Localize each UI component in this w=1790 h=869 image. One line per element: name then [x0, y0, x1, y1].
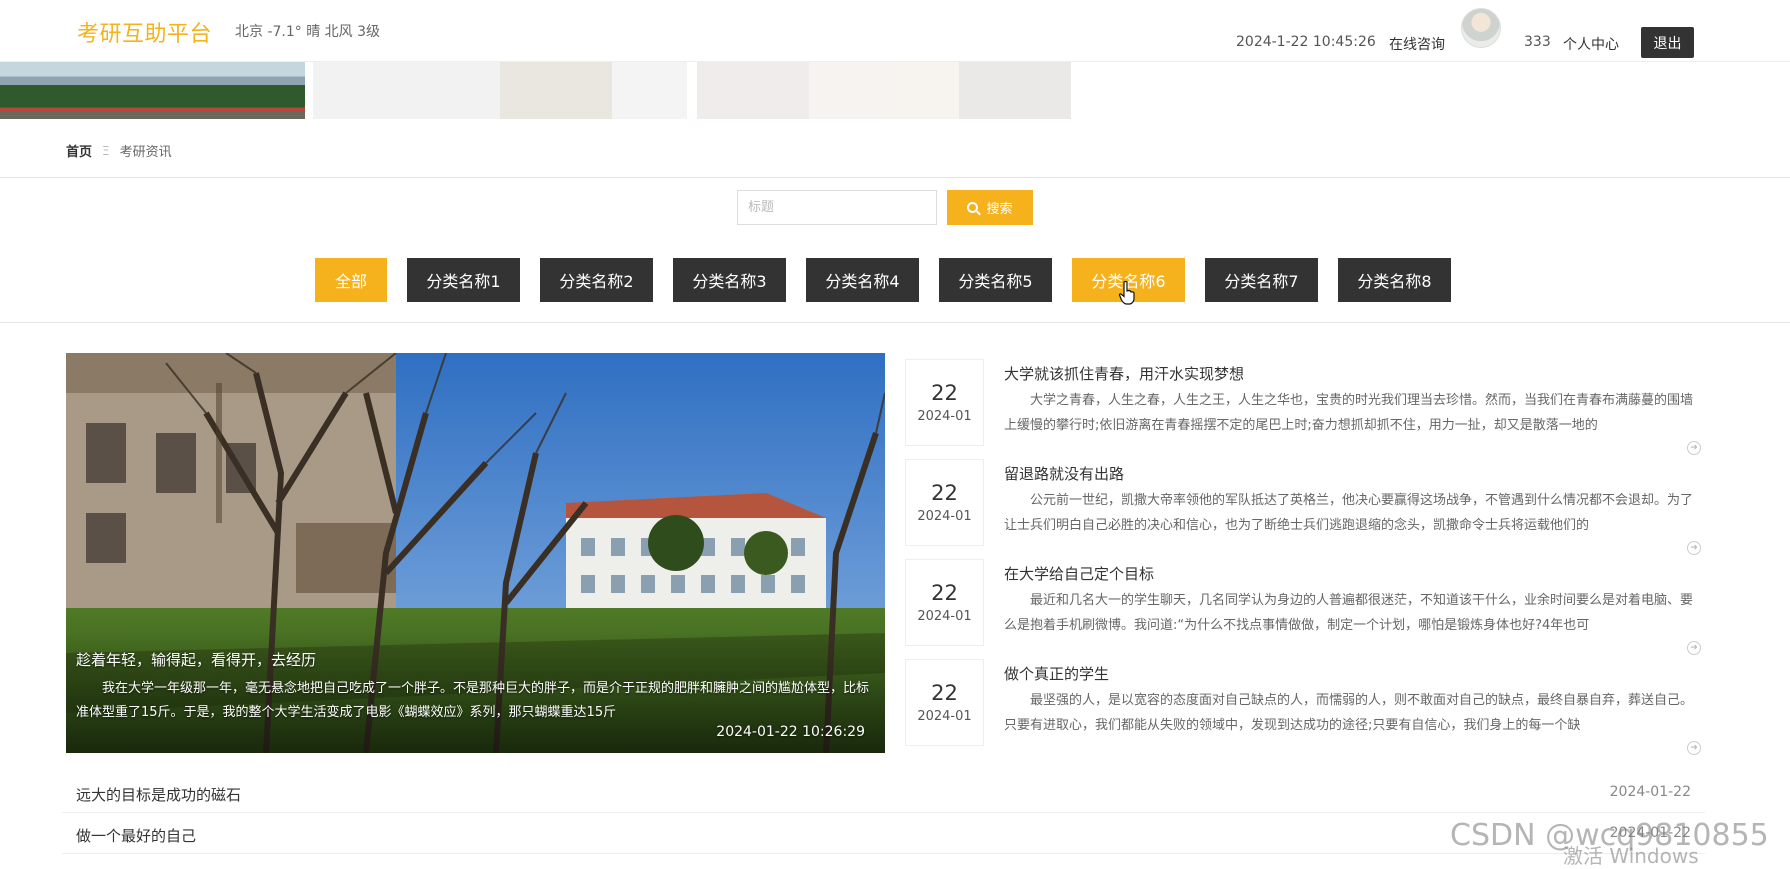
divider	[0, 177, 1790, 178]
featured-description: 我在大学一年级那一年，毫无悬念地把自己吃成了一个胖子。不是那种巨大的胖子，而是介…	[76, 681, 870, 720]
date-year-month: 2024-01	[917, 509, 972, 524]
news-item[interactable]: 22 2024-01 在大学给自己定个目标 最近和几名大一的学生聊天，几名同学认…	[905, 553, 1705, 655]
date-day: 22	[931, 481, 958, 505]
top-header: 考研互助平台 北京 -7.1° 晴 北风 3级 2024-1-22 10:45:…	[0, 0, 1790, 62]
category-3[interactable]: 分类名称3	[673, 258, 786, 302]
category-tabs: 全部 分类名称1 分类名称2 分类名称3 分类名称4 分类名称5 分类名称6 分…	[315, 258, 1451, 302]
date-box: 22 2024-01	[905, 459, 984, 546]
category-5[interactable]: 分类名称5	[939, 258, 1052, 302]
banner-image-2	[313, 62, 687, 119]
featured-article[interactable]: 趁着年轻，输得起，看得开，去经历 我在大学一年级那一年，毫无悬念地把自己吃成了一…	[66, 353, 885, 753]
category-7[interactable]: 分类名称7	[1205, 258, 1318, 302]
logout-button[interactable]: 退出	[1641, 27, 1694, 58]
breadcrumb-separator-icon: Ξ	[102, 143, 110, 158]
date-box: 22 2024-01	[905, 559, 984, 646]
category-8[interactable]: 分类名称8	[1338, 258, 1451, 302]
search-button[interactable]: 搜索	[947, 190, 1033, 225]
date-box: 22 2024-01	[905, 659, 984, 746]
news-description: 最坚强的人，是以宽容的态度面对自己缺点的人，而懦弱的人，则不敢面对自己的缺点，最…	[1004, 693, 1694, 733]
date-year-month: 2024-01	[917, 709, 972, 724]
featured-title[interactable]: 趁着年轻，输得起，看得开，去经历	[76, 649, 316, 670]
category-1[interactable]: 分类名称1	[407, 258, 520, 302]
banner-image-1	[0, 62, 305, 119]
news-item[interactable]: 22 2024-01 大学就该抓住青春，用汗水实现梦想 大学之青春，人生之春，人…	[905, 353, 1705, 455]
date-year-month: 2024-01	[917, 409, 972, 424]
banner-image-3	[697, 62, 1071, 119]
category-4[interactable]: 分类名称4	[806, 258, 919, 302]
list-item-title[interactable]: 做一个最好的自己	[76, 825, 196, 846]
date-day: 22	[931, 681, 958, 705]
news-title[interactable]: 大学就该抓住青春，用汗水实现梦想	[1004, 363, 1244, 384]
hand-cursor-icon	[1118, 280, 1135, 305]
news-item[interactable]: 22 2024-01 留退路就没有出路 公元前一世纪，凯撒大帝率领他的军队抵达了…	[905, 453, 1705, 555]
divider	[0, 322, 1790, 323]
search-input[interactable]	[737, 190, 937, 225]
news-title[interactable]: 在大学给自己定个目标	[1004, 563, 1154, 584]
site-brand[interactable]: 考研互助平台	[77, 16, 212, 48]
current-datetime: 2024-1-22 10:45:26	[1236, 34, 1376, 50]
arrow-circle-icon[interactable]: ➜	[1687, 741, 1701, 755]
list-item-date: 2024-01-22	[1609, 784, 1691, 800]
news-description: 大学之青春，人生之春，人生之王，人生之华也，宝贵的时光我们理当去珍惜。然而，当我…	[1004, 393, 1694, 433]
breadcrumb-home[interactable]: 首页	[66, 141, 92, 160]
search-icon	[967, 202, 979, 213]
search-button-label: 搜索	[986, 202, 1013, 217]
news-description: 公元前一世纪，凯撒大帝率领他的军队抵达了英格兰，他决心要赢得这场战争，不管遇到什…	[1004, 493, 1694, 533]
featured-time: 2024-01-22 10:26:29	[716, 724, 865, 740]
list-item[interactable]: 远大的目标是成功的磁石 2024-01-22	[62, 772, 1705, 813]
news-item[interactable]: 22 2024-01 做个真正的学生 最坚强的人，是以宽容的态度面对自己缺点的人…	[905, 653, 1705, 755]
news-description: 最近和几名大一的学生聊天，几名同学认为身边的人普遍都很迷茫，不知道该干什么，业余…	[1004, 593, 1694, 633]
list-item-title[interactable]: 远大的目标是成功的磁石	[76, 784, 241, 805]
username: 333	[1524, 34, 1551, 50]
breadcrumb-current: 考研资讯	[119, 145, 172, 160]
date-year-month: 2024-01	[917, 609, 972, 624]
date-day: 22	[931, 581, 958, 605]
online-consult-link[interactable]: 在线咨询	[1389, 34, 1445, 54]
category-2[interactable]: 分类名称2	[540, 258, 653, 302]
date-day: 22	[931, 381, 958, 405]
breadcrumb: 首页 Ξ 考研资讯	[66, 141, 172, 161]
date-box: 22 2024-01	[905, 359, 984, 446]
user-center-link[interactable]: 个人中心	[1563, 34, 1619, 54]
avatar[interactable]	[1461, 8, 1501, 48]
category-all[interactable]: 全部	[315, 258, 387, 302]
news-title[interactable]: 做个真正的学生	[1004, 663, 1109, 684]
news-title[interactable]: 留退路就没有出路	[1004, 463, 1124, 484]
weather-info: 北京 -7.1° 晴 北风 3级	[235, 24, 381, 40]
